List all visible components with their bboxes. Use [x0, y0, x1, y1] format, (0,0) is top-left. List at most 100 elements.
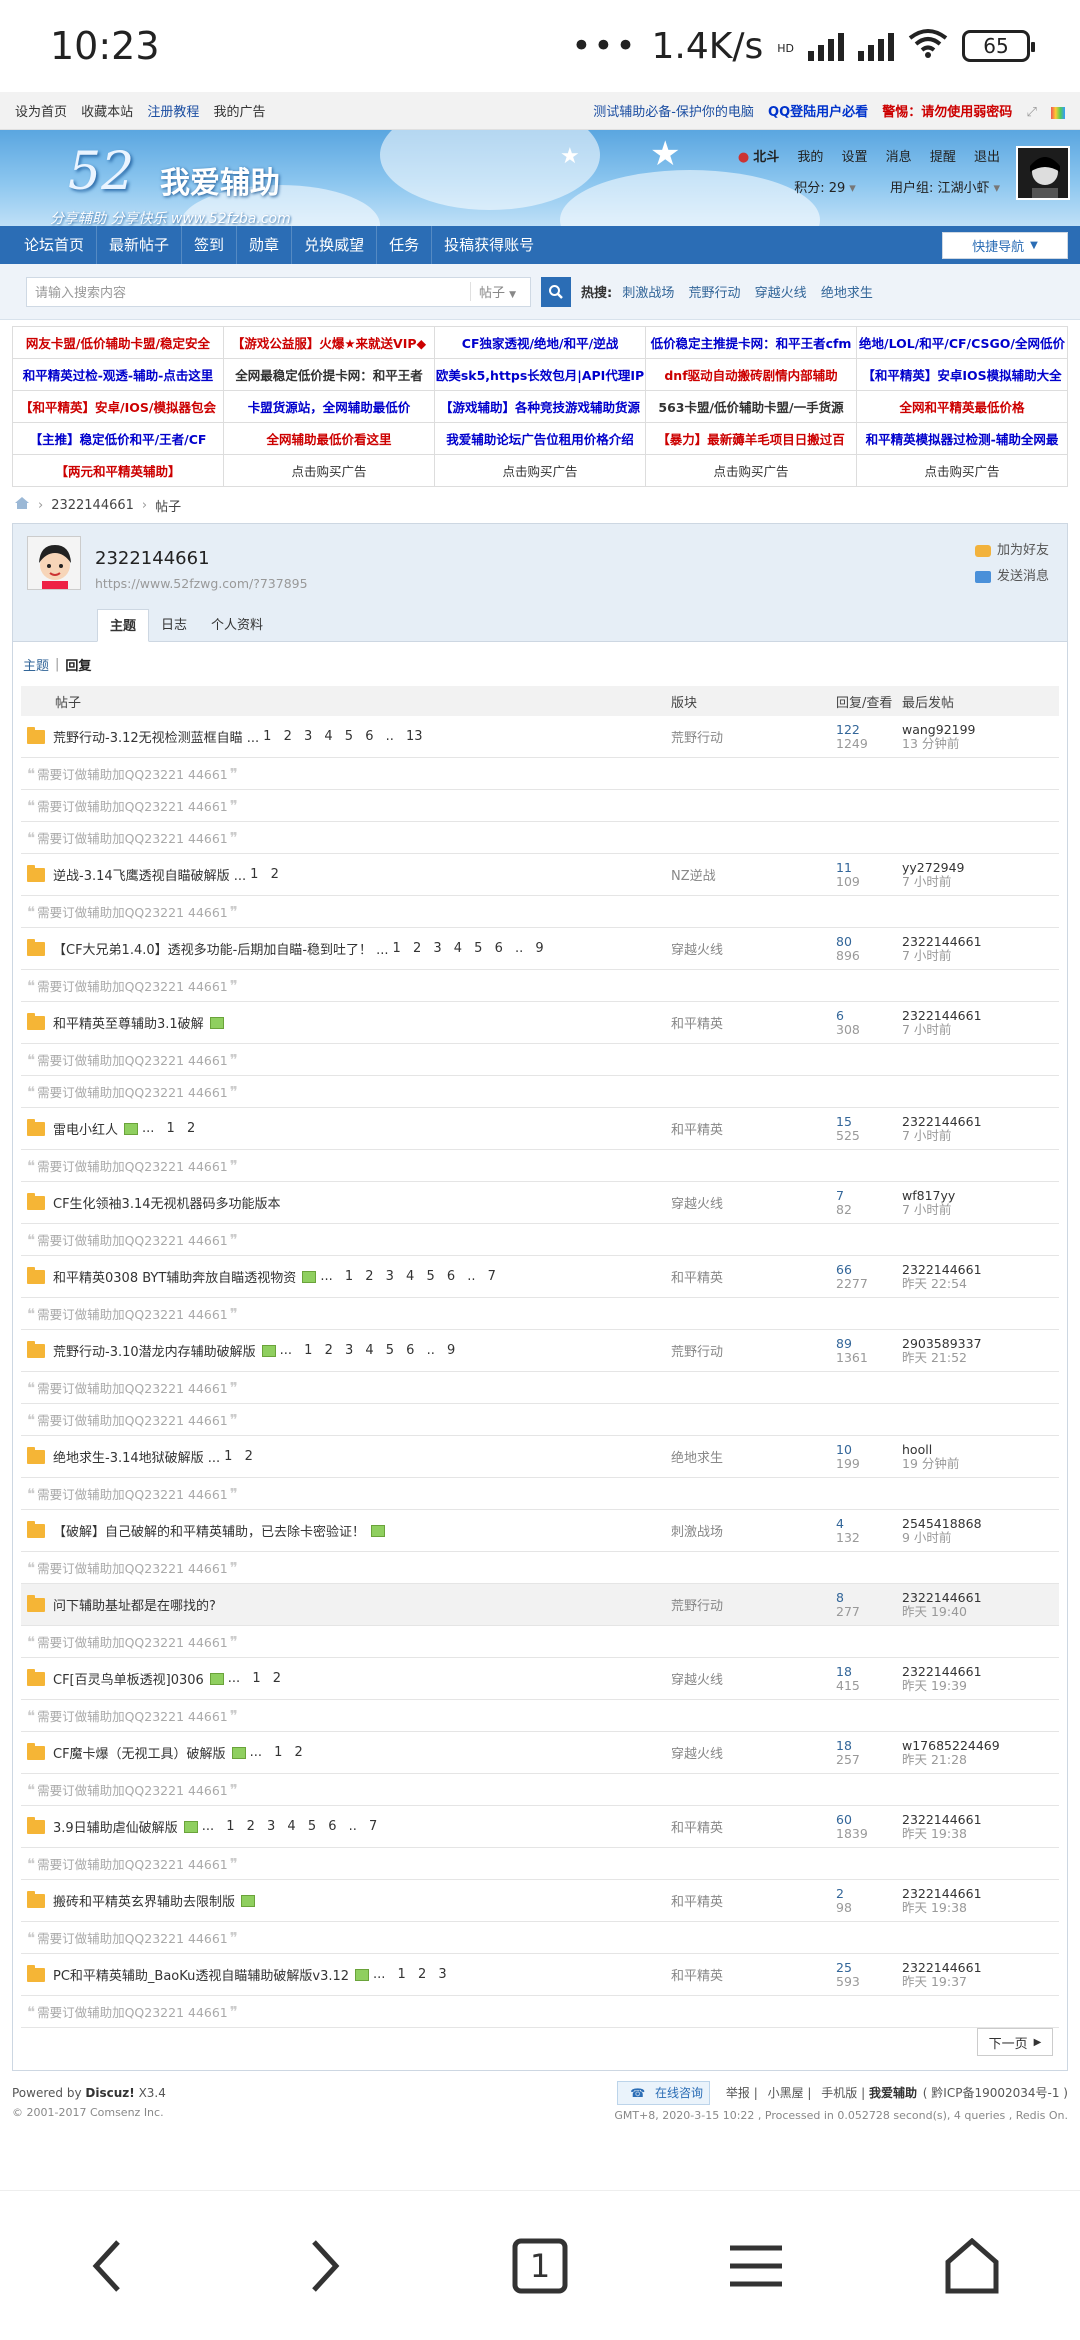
ad-cell[interactable]: 和平精英过检-观透-辅助-点击这里 — [13, 359, 224, 391]
last-post-time[interactable]: 昨天 21:28 — [902, 1752, 1059, 1767]
thread-forum[interactable]: 和平精英 — [671, 1267, 836, 1286]
reply-snippet[interactable]: ❝ 需要订做辅助加QQ23221 44661 ❞ — [21, 790, 1059, 822]
footer-site-name[interactable]: 我爱辅助 — [869, 2086, 917, 2100]
thread-forum[interactable]: 荒野行动 — [671, 727, 836, 746]
ad-cell[interactable]: 和平精英模拟器过检测-辅助全网最 — [857, 423, 1068, 455]
reply-count[interactable]: 15 — [836, 1114, 902, 1129]
ad-cell[interactable]: 【游戏公益服】火爆★来就送VIP◆ — [224, 327, 435, 359]
last-poster[interactable]: w17685224469 — [902, 1738, 1059, 1753]
reply-snippet[interactable]: ❝ 需要订做辅助加QQ23221 44661 ❞ — [21, 896, 1059, 928]
thread-title[interactable]: CF[百灵鸟单板透视]0306 — [53, 1669, 204, 1688]
last-post-time[interactable]: 昨天 19:38 — [902, 1900, 1059, 1915]
reply-snippet[interactable]: ❝ 需要订做辅助加QQ23221 44661 ❞ — [21, 1404, 1059, 1436]
reply-snippet[interactable]: ❝ 需要订做辅助加QQ23221 44661 ❞ — [21, 1076, 1059, 1108]
thread-pages[interactable]: ... 1 2 — [228, 1671, 281, 1686]
last-poster[interactable]: wf817yy — [902, 1188, 1059, 1203]
last-post-time[interactable]: 7 小时前 — [902, 1202, 1059, 1217]
ad-cell[interactable]: dnf驱动自动搬砖剧情内部辅助 — [646, 359, 857, 391]
ad-cell[interactable]: 563卡盟/低价辅助卡盟/一手货源 — [646, 391, 857, 423]
last-poster[interactable]: 2322144661 — [902, 1812, 1059, 1827]
link-reminders[interactable]: 提醒 — [930, 150, 956, 165]
thread-forum[interactable]: 荒野行动 — [671, 1595, 836, 1614]
thread-forum[interactable]: 刺激战场 — [671, 1521, 836, 1540]
fullscreen-icon[interactable]: ⤢ — [1026, 105, 1036, 120]
hot-link[interactable]: 绝地求生 — [821, 286, 873, 301]
thread-title[interactable]: 绝地求生-3.14地狱破解版 ... — [53, 1447, 220, 1466]
last-post-time[interactable]: 昨天 19:37 — [902, 1974, 1059, 1989]
ad-cell[interactable]: 全网辅助最低价看这里 — [224, 423, 435, 455]
thread-pages[interactable]: ... 1 2 — [250, 1745, 303, 1760]
site-logo[interactable]: 52 我爱辅助 分享辅助 分享快乐 www.52fzba.com — [50, 142, 291, 226]
reply-count[interactable]: 18 — [836, 1738, 902, 1753]
thread-pages[interactable]: 1 2 3 4 5 6 .. 9 — [393, 941, 544, 956]
reply-count[interactable]: 80 — [836, 934, 902, 949]
ad-cell[interactable]: 卡盟货源站，全网辅助最低价 — [224, 391, 435, 423]
last-post-time[interactable]: 昨天 19:38 — [902, 1826, 1059, 1841]
last-poster[interactable]: 2545418868 — [902, 1516, 1059, 1531]
reply-snippet[interactable]: ❝ 需要订做辅助加QQ23221 44661 ❞ — [21, 1626, 1059, 1658]
thread-title[interactable]: 和平精英至尊辅助3.1破解 — [53, 1013, 204, 1032]
reply-count[interactable]: 25 — [836, 1960, 902, 1975]
footer-mobile[interactable]: 手机版 — [821, 2086, 857, 2100]
reply-count[interactable]: 7 — [836, 1188, 902, 1203]
subtab-threads[interactable]: 主题 — [23, 655, 49, 674]
search-button[interactable] — [541, 276, 571, 307]
next-page-button[interactable]: 下一页 ▶ — [977, 2028, 1053, 2056]
back-icon[interactable] — [63, 2221, 153, 2311]
send-message-button[interactable]: 发送消息 — [974, 566, 1049, 588]
ad-cell[interactable]: 【和平精英】安卓/IOS/模拟器包会 — [13, 391, 224, 423]
tabs-icon[interactable]: 1 — [495, 2221, 585, 2311]
hot-link[interactable]: 刺激战场 — [622, 286, 674, 301]
ad-cell[interactable]: 我爱辅助论坛广告位租用价格介绍 — [435, 423, 646, 455]
ad-cell[interactable]: 【两元和平精英辅助】 — [13, 455, 224, 487]
discuz-link[interactable]: Discuz! — [85, 2086, 134, 2100]
ad-cell[interactable]: 网友卡盟/低价辅助卡盟/稳定安全 — [13, 327, 224, 359]
hot-link[interactable]: 穿越火线 — [755, 286, 807, 301]
thread-pages[interactable]: ... 1 2 3 4 5 6 .. 7 — [202, 1819, 378, 1834]
thread-title[interactable]: 雷电小红人 — [53, 1119, 118, 1138]
last-poster[interactable]: wang92199 — [902, 722, 1059, 737]
ad-cell[interactable]: CF独家透视/绝地/和平/逆战 — [435, 327, 646, 359]
home-page-icon[interactable] — [927, 2221, 1017, 2311]
link-test-protect[interactable]: 测试辅助必备-保护你的电脑 — [593, 105, 754, 120]
last-post-time[interactable]: 昨天 21:52 — [902, 1350, 1059, 1365]
last-poster[interactable]: 2322144661 — [902, 1664, 1059, 1679]
thread-title[interactable]: CF生化领袖3.14无视机器码多功能版本 — [53, 1193, 281, 1212]
thread-forum[interactable]: 和平精英 — [671, 1119, 836, 1138]
ad-cell[interactable]: 绝地/LOL/和平/CF/CSGO/全网低价 — [857, 327, 1068, 359]
user-group[interactable]: 用户组: 江湖小虾 — [890, 181, 990, 196]
last-post-time[interactable]: 7 小时前 — [902, 948, 1059, 963]
ad-cell[interactable]: 点击购买广告 — [435, 455, 646, 487]
online-consult-button[interactable]: ☎ 在线咨询 — [617, 2081, 711, 2105]
last-poster[interactable]: 2322144661 — [902, 1886, 1059, 1901]
reply-snippet[interactable]: ❝ 需要订做辅助加QQ23221 44661 ❞ — [21, 822, 1059, 854]
reply-snippet[interactable]: ❝ 需要订做辅助加QQ23221 44661 ❞ — [21, 1552, 1059, 1584]
nav-submit[interactable]: 投稿获得账号 — [432, 226, 546, 264]
reply-count[interactable]: 60 — [836, 1812, 902, 1827]
breadcrumb-user[interactable]: 2322144661 — [51, 498, 134, 513]
nav-home[interactable]: 论坛首页 — [12, 226, 98, 264]
thread-pages[interactable]: ... 1 2 3 4 5 6 .. 9 — [280, 1343, 456, 1358]
reply-snippet[interactable]: ❝ 需要订做辅助加QQ23221 44661 ❞ — [21, 1774, 1059, 1806]
link-bookmark[interactable]: 收藏本站 — [81, 105, 133, 120]
thread-forum[interactable]: 和平精英 — [671, 1965, 836, 1984]
last-post-time[interactable]: 7 小时前 — [902, 1022, 1059, 1037]
thread-forum[interactable]: 穿越火线 — [671, 1743, 836, 1762]
reply-snippet[interactable]: ❝ 需要订做辅助加QQ23221 44661 ❞ — [21, 1044, 1059, 1076]
profile-avatar[interactable] — [27, 536, 81, 590]
footer-icp[interactable]: ( 黔ICP备19002034号-1 ) — [923, 2086, 1068, 2100]
footer-blackroom[interactable]: 小黑屋 — [768, 2086, 804, 2100]
reply-count[interactable]: 2 — [836, 1886, 902, 1901]
link-my-ads[interactable]: 我的广告 — [213, 105, 265, 120]
thread-pages[interactable]: 1 2 — [250, 867, 279, 882]
thread-forum[interactable]: 穿越火线 — [671, 1669, 836, 1688]
thread-forum[interactable]: 穿越火线 — [671, 1193, 836, 1212]
thread-title[interactable]: 【破解】自己破解的和平精英辅助，已去除卡密验证！ — [53, 1521, 365, 1540]
reply-snippet[interactable]: ❝ 需要订做辅助加QQ23221 44661 ❞ — [21, 1922, 1059, 1954]
thread-title[interactable]: 搬砖和平精英玄界辅助去限制版 — [53, 1891, 235, 1910]
search-input[interactable]: 请输入搜索内容 — [27, 282, 470, 301]
add-friend-button[interactable]: 加为好友 — [974, 540, 1049, 562]
nav-latest[interactable]: 最新帖子 — [97, 226, 183, 264]
reply-snippet[interactable]: ❝ 需要订做辅助加QQ23221 44661 ❞ — [21, 1478, 1059, 1510]
forward-icon[interactable] — [279, 2221, 369, 2311]
